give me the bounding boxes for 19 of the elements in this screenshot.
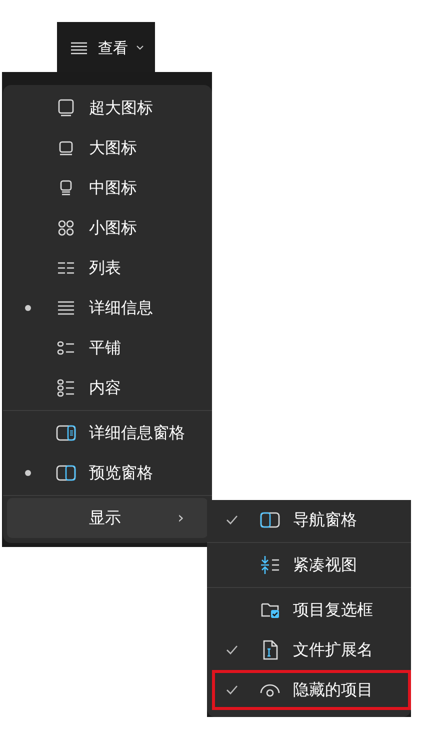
menu-item[interactable]: 预览窗格 bbox=[3, 453, 212, 493]
menu-item[interactable]: 详细信息 bbox=[3, 288, 212, 328]
menu-item[interactable]: 小图标 bbox=[3, 208, 212, 248]
menu-item[interactable]: 中图标 bbox=[3, 168, 212, 208]
menu-item[interactable]: 紧凑视图 bbox=[207, 545, 411, 585]
menu-item[interactable]: 列表 bbox=[3, 248, 212, 288]
menu-item[interactable]: 超大图标 bbox=[3, 88, 212, 128]
menu-item[interactable]: 内容 bbox=[3, 368, 212, 408]
menu-item[interactable]: 隐藏的项目 bbox=[212, 670, 411, 710]
menu-item[interactable]: 文件扩展名 bbox=[207, 630, 411, 670]
menu-item[interactable]: 项目复选框 bbox=[207, 590, 411, 630]
menu-item[interactable]: 大图标 bbox=[3, 128, 212, 168]
view-button[interactable]: 查看 bbox=[57, 22, 155, 74]
submenu-item[interactable]: 显示 › bbox=[7, 498, 208, 538]
menu-item[interactable]: 平铺 bbox=[3, 328, 212, 368]
compact-icon bbox=[259, 554, 281, 576]
menu-item[interactable]: 导航窗格 bbox=[207, 500, 411, 540]
content-icon bbox=[55, 377, 77, 399]
menu-item[interactable]: 详细信息窗格 bbox=[3, 413, 212, 453]
